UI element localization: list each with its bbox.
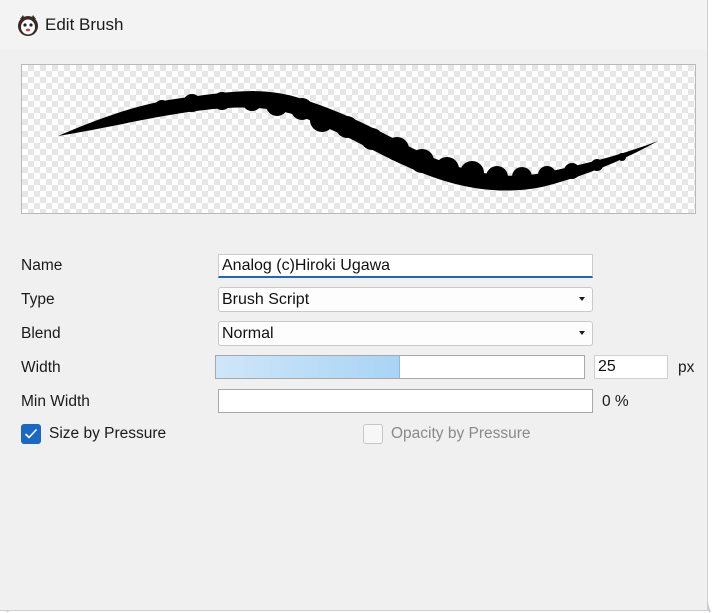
name-input[interactable]: Analog (c)Hiroki Ugawa <box>218 254 593 278</box>
blend-dropdown-value: Normal <box>222 325 274 342</box>
chevron-down-icon <box>579 297 585 301</box>
width-slider-fill <box>216 356 400 378</box>
checkmark-icon <box>24 428 38 439</box>
blend-label: Blend <box>21 325 61 342</box>
min-width-slider[interactable] <box>218 389 593 413</box>
size-by-pressure-label[interactable]: Size by Pressure <box>49 425 166 443</box>
opacity-by-pressure-checkbox[interactable] <box>363 424 383 444</box>
name-label: Name <box>21 257 63 274</box>
min-width-value: 0 % <box>602 393 629 410</box>
min-width-label: Min Width <box>21 393 90 410</box>
width-label: Width <box>21 359 61 376</box>
chevron-down-icon <box>579 331 585 335</box>
size-by-pressure-checkbox[interactable] <box>21 424 41 444</box>
app-mascot-icon <box>18 15 38 36</box>
brush-stroke-preview <box>21 64 696 214</box>
blend-dropdown[interactable]: Normal <box>218 321 593 346</box>
edit-brush-dialog: Edit Brush Name Analog (c)Hiroki Ugawa T… <box>0 0 708 611</box>
width-unit-label: px <box>678 359 695 376</box>
brush-stroke-sample <box>58 91 658 191</box>
type-dropdown-value: Brush Script <box>222 291 310 308</box>
opacity-by-pressure-label[interactable]: Opacity by Pressure <box>391 425 531 443</box>
width-spinbox[interactable]: 25 <box>594 355 668 379</box>
width-slider[interactable] <box>215 355 585 379</box>
title-bar[interactable]: Edit Brush <box>0 0 707 50</box>
type-dropdown[interactable]: Brush Script <box>218 287 593 312</box>
window-title: Edit Brush <box>45 15 124 34</box>
type-label: Type <box>21 291 55 308</box>
